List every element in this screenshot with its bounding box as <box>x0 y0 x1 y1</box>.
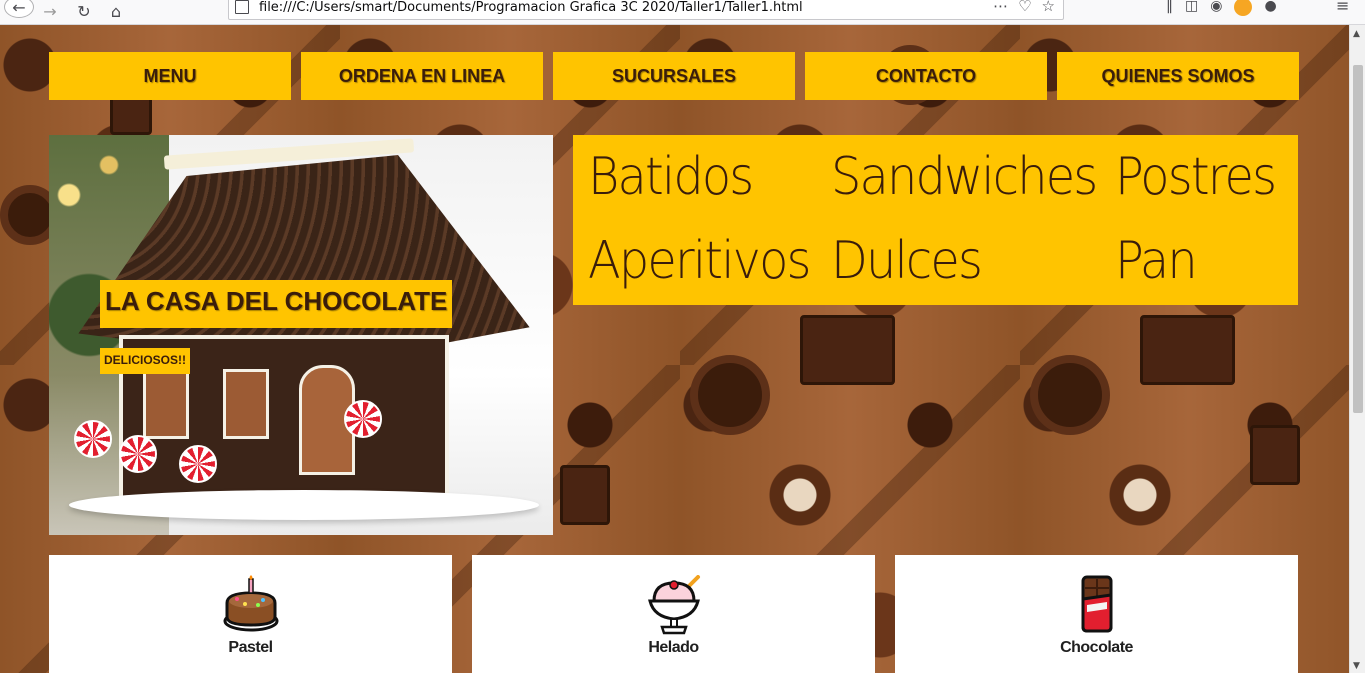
library-icon[interactable]: ‖ <box>1166 0 1173 16</box>
cake-icon <box>223 575 278 632</box>
product-label: Chocolate <box>1060 639 1133 656</box>
peppermint-candy <box>74 420 112 458</box>
product-card-chocolate[interactable]: Chocolate <box>895 555 1298 673</box>
house-window <box>223 369 269 439</box>
nav-branches-button[interactable]: SUCURSALES <box>553 52 795 100</box>
category-dulces[interactable]: Dulces <box>831 231 983 291</box>
page-scrollbar[interactable]: ▲ ▼ <box>1349 25 1365 673</box>
product-card-helado[interactable]: Helado <box>472 555 875 673</box>
nav-contact-button[interactable]: CONTACTO <box>805 52 1047 100</box>
scroll-up-icon[interactable]: ▲ <box>1353 29 1360 39</box>
extension2-icon[interactable]: ● <box>1264 0 1276 16</box>
category-sandwiches[interactable]: Sandwiches <box>831 147 1098 207</box>
more-icon[interactable]: ⋯ <box>993 0 1008 15</box>
chocolate-pattern-piece <box>1140 315 1235 385</box>
url-text[interactable]: file:///C:/Users/smart/Documents/Program… <box>259 0 803 15</box>
peppermint-candy <box>179 445 217 483</box>
category-batidos[interactable]: Batidos <box>588 147 754 207</box>
scroll-down-icon[interactable]: ▼ <box>1353 661 1360 671</box>
hero-subtitle: DELICIOSOS!! <box>100 348 191 374</box>
donut-pattern-piece <box>1030 355 1110 435</box>
product-label: Helado <box>648 639 699 656</box>
menu-icon[interactable]: ≡ <box>1336 0 1349 15</box>
category-aperitivos[interactable]: Aperitivos <box>588 231 811 291</box>
browser-toolbar: ← → ↻ ⌂ file:///C:/Users/smart/Documents… <box>0 0 1365 25</box>
sidebar-icon[interactable]: ◫ <box>1185 0 1198 16</box>
house-window <box>143 369 189 439</box>
page-icon <box>235 0 249 14</box>
chocolate-pattern-piece <box>1250 425 1300 485</box>
hero-image <box>49 135 553 535</box>
category-postres[interactable]: Postres <box>1115 147 1277 207</box>
bookmark-star-icon[interactable]: ☆ <box>1042 0 1055 15</box>
forward-icon[interactable]: → <box>38 0 62 22</box>
chocolate-pattern-piece <box>800 315 895 385</box>
cake-plate <box>69 490 539 520</box>
donut-pattern-piece <box>690 355 770 435</box>
url-bar[interactable]: file:///C:/Users/smart/Documents/Program… <box>228 0 1064 20</box>
category-pan[interactable]: Pan <box>1115 231 1198 291</box>
nav-menu-button[interactable]: MENU <box>49 52 291 100</box>
scroll-thumb[interactable] <box>1353 65 1363 413</box>
peppermint-candy <box>119 435 157 473</box>
category-panel: Batidos Sandwiches Postres Aperitivos Du… <box>573 135 1298 305</box>
extension-icon[interactable] <box>1234 0 1253 16</box>
ice-cream-icon <box>647 575 700 635</box>
pocket-icon[interactable]: ♡ <box>1018 0 1031 15</box>
home-icon[interactable]: ⌂ <box>104 0 128 22</box>
reload-icon[interactable]: ↻ <box>72 0 96 22</box>
peppermint-candy <box>344 400 382 438</box>
account-icon[interactable]: ◉ <box>1210 0 1222 16</box>
product-label: Pastel <box>228 639 273 656</box>
chocolate-bar-icon <box>1081 575 1112 633</box>
top-navigation: MENU ORDENA EN LINEA SUCURSALES CONTACTO… <box>49 52 1299 100</box>
back-icon[interactable]: ← <box>4 0 34 18</box>
hero-title: LA CASA DEL CHOCOLATE <box>100 280 453 328</box>
chocolate-pattern-piece <box>560 465 610 525</box>
nav-about-button[interactable]: QUIENES SOMOS <box>1057 52 1299 100</box>
page-viewport: MENU ORDENA EN LINEA SUCURSALES CONTACTO… <box>0 25 1349 673</box>
product-card-pastel[interactable]: Pastel <box>49 555 452 673</box>
nav-order-online-button[interactable]: ORDENA EN LINEA <box>301 52 543 100</box>
